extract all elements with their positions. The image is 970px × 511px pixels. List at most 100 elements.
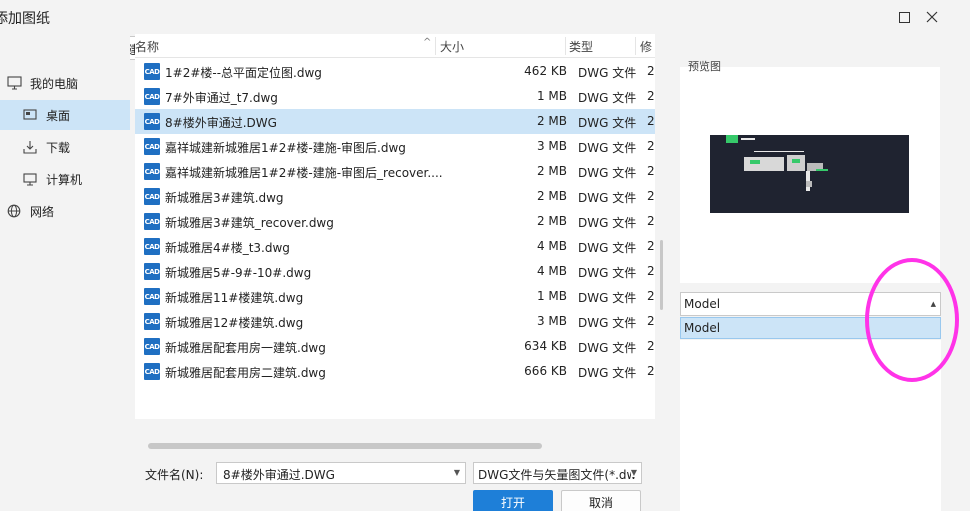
cad-file-icon: CAD [144, 213, 160, 230]
close-button[interactable] [923, 8, 941, 26]
cad-file-icon: CAD [144, 338, 160, 355]
vertical-scrollbar[interactable] [660, 240, 663, 310]
file-modified: 2 [647, 214, 655, 228]
file-name: 新城雅居5#-9#-10#.dwg [165, 266, 312, 280]
column-divider[interactable] [435, 37, 436, 55]
horizontal-scrollbar[interactable] [148, 443, 542, 449]
filetype-select[interactable]: DWG文件与矢量图文件(*.dw ▼ [473, 462, 642, 484]
file-type: DWG 文件 [578, 341, 637, 355]
file-modified: 2 [647, 289, 655, 303]
nav-item-computer[interactable]: 计算机 [0, 164, 130, 194]
file-row[interactable]: CAD 新城雅居5#-9#-10#.dwg 4 MB DWG 文件 2 [135, 259, 655, 284]
file-row[interactable]: CAD 嘉祥城建新城雅居1#2#楼-建施-审图后_recover.... 2 MB D… [135, 159, 655, 184]
drawing-preview-image [710, 135, 909, 213]
file-name: 1#2#楼--总平面定位图.dwg [165, 66, 322, 80]
file-modified: 2 [647, 64, 655, 78]
file-name: 新城雅居4#楼_t3.dwg [165, 241, 290, 255]
file-name: 新城雅居配套用房一建筑.dwg [165, 341, 326, 355]
nav-label: 我的电脑 [30, 76, 79, 91]
file-type: DWG 文件 [578, 116, 637, 130]
file-list[interactable]: 名称 ^ 大小 类型 修 CAD 1#2#楼--总平面定位图.dwg 462 KB D… [135, 34, 655, 419]
preview-mark [726, 135, 738, 143]
network-icon [6, 203, 22, 219]
file-modified: 2 [647, 264, 655, 278]
nav-label: 网络 [30, 204, 55, 219]
nav-item-my-computer[interactable]: 我的电脑 [0, 68, 130, 98]
filename-input[interactable]: 8#楼外审通过.DWG ▼ [216, 462, 466, 484]
file-name: 新城雅居3#建筑_recover.dwg [165, 216, 334, 230]
file-row[interactable]: CAD 嘉祥城建新城雅居1#2#楼-建施-审图后.dwg 3 MB DWG 文件 2 [135, 134, 655, 159]
chevron-down-icon[interactable]: ▼ [630, 468, 637, 477]
file-size: 1 MB [536, 89, 567, 103]
filename-value: 8#楼外审通过.DWG [223, 468, 335, 482]
file-type: DWG 文件 [578, 141, 637, 155]
nav-item-downloads[interactable]: 下载 [0, 132, 130, 162]
maximize-button[interactable] [895, 8, 913, 26]
cad-file-icon: CAD [144, 263, 160, 280]
file-row[interactable]: CAD 新城雅居配套用房二建筑.dwg 666 KB DWG 文件 2 [135, 359, 655, 384]
preview-mark [787, 155, 805, 171]
file-modified: 2 [647, 89, 655, 103]
cad-file-icon: CAD [144, 88, 160, 105]
file-row[interactable]: CAD 8#楼外审通过.DWG 2 MB DWG 文件 2 [135, 109, 655, 134]
file-row[interactable]: CAD 新城雅居12#楼建筑.dwg 3 MB DWG 文件 2 [135, 309, 655, 334]
cad-file-icon: CAD [144, 138, 160, 155]
file-size: 462 KB [524, 64, 567, 78]
filename-label: 文件名(N): [145, 468, 204, 482]
nav-item-network[interactable]: 网络 [0, 196, 130, 226]
file-row[interactable]: CAD 1#2#楼--总平面定位图.dwg 462 KB DWG 文件 2 [135, 59, 655, 84]
file-name: 7#外审通过_t7.dwg [165, 91, 278, 105]
file-size: 666 KB [524, 364, 567, 378]
file-type: DWG 文件 [578, 66, 637, 80]
column-divider[interactable] [565, 37, 566, 55]
file-modified: 2 [647, 314, 655, 328]
cad-file-icon: CAD [144, 313, 160, 330]
cad-file-icon: CAD [144, 288, 160, 305]
file-modified: 2 [647, 139, 655, 153]
column-header-name[interactable]: 名称 [135, 38, 159, 55]
cancel-button[interactable]: 取消 [561, 490, 641, 511]
file-modified: 2 [647, 364, 655, 378]
column-header-size[interactable]: 大小 [440, 38, 464, 55]
column-header-type[interactable]: 类型 [569, 38, 593, 55]
desktop-icon [22, 107, 38, 123]
title-bar: 添加图纸 [0, 0, 970, 34]
file-type: DWG 文件 [578, 366, 637, 380]
cad-file-icon: CAD [144, 238, 160, 255]
preview-mark [816, 169, 828, 171]
nav-label: 下载 [46, 140, 71, 155]
filetype-value: DWG文件与矢量图文件(*.dw [478, 468, 637, 482]
file-row[interactable]: CAD 7#外审通过_t7.dwg 1 MB DWG 文件 2 [135, 84, 655, 109]
file-name: 新城雅居3#建筑.dwg [165, 191, 284, 205]
monitor-icon [22, 171, 38, 187]
file-row[interactable]: CAD 新城雅居3#建筑.dwg 2 MB DWG 文件 2 [135, 184, 655, 209]
nav-item-desktop[interactable]: 桌面 [0, 100, 130, 130]
file-row[interactable]: CAD 新城雅居3#建筑_recover.dwg 2 MB DWG 文件 2 [135, 209, 655, 234]
file-row[interactable]: CAD 新城雅居4#楼_t3.dwg 4 MB DWG 文件 2 [135, 234, 655, 259]
column-header-modified[interactable]: 修 [640, 38, 652, 55]
file-size: 2 MB [536, 189, 567, 203]
file-name: 嘉祥城建新城雅居1#2#楼-建施-审图后.dwg [165, 141, 406, 155]
file-row[interactable]: CAD 新城雅居11#楼建筑.dwg 1 MB DWG 文件 2 [135, 284, 655, 309]
file-type: DWG 文件 [578, 191, 637, 205]
file-type: DWG 文件 [578, 91, 637, 105]
file-type: DWG 文件 [578, 216, 637, 230]
close-icon [926, 11, 938, 23]
file-size: 2 MB [536, 214, 567, 228]
open-button[interactable]: 打开 [473, 490, 553, 511]
preview-mark [792, 159, 800, 163]
preview-mark [741, 138, 755, 140]
file-modified: 2 [647, 239, 655, 253]
column-divider[interactable] [635, 37, 636, 55]
file-row[interactable]: CAD 新城雅居配套用房一建筑.dwg 634 KB DWG 文件 2 [135, 334, 655, 359]
chevron-down-icon[interactable]: ▼ [454, 468, 460, 477]
computer-icon [6, 75, 22, 91]
file-type: DWG 文件 [578, 166, 637, 180]
file-name: 新城雅居12#楼建筑.dwg [165, 316, 304, 330]
preview-mark [754, 151, 804, 152]
cad-file-icon: CAD [144, 363, 160, 380]
window-title: 添加图纸 [0, 11, 50, 27]
preview-label: 预览图 [688, 60, 721, 73]
list-header: 名称 ^ 大小 类型 修 [135, 34, 655, 58]
file-type: DWG 文件 [578, 266, 637, 280]
